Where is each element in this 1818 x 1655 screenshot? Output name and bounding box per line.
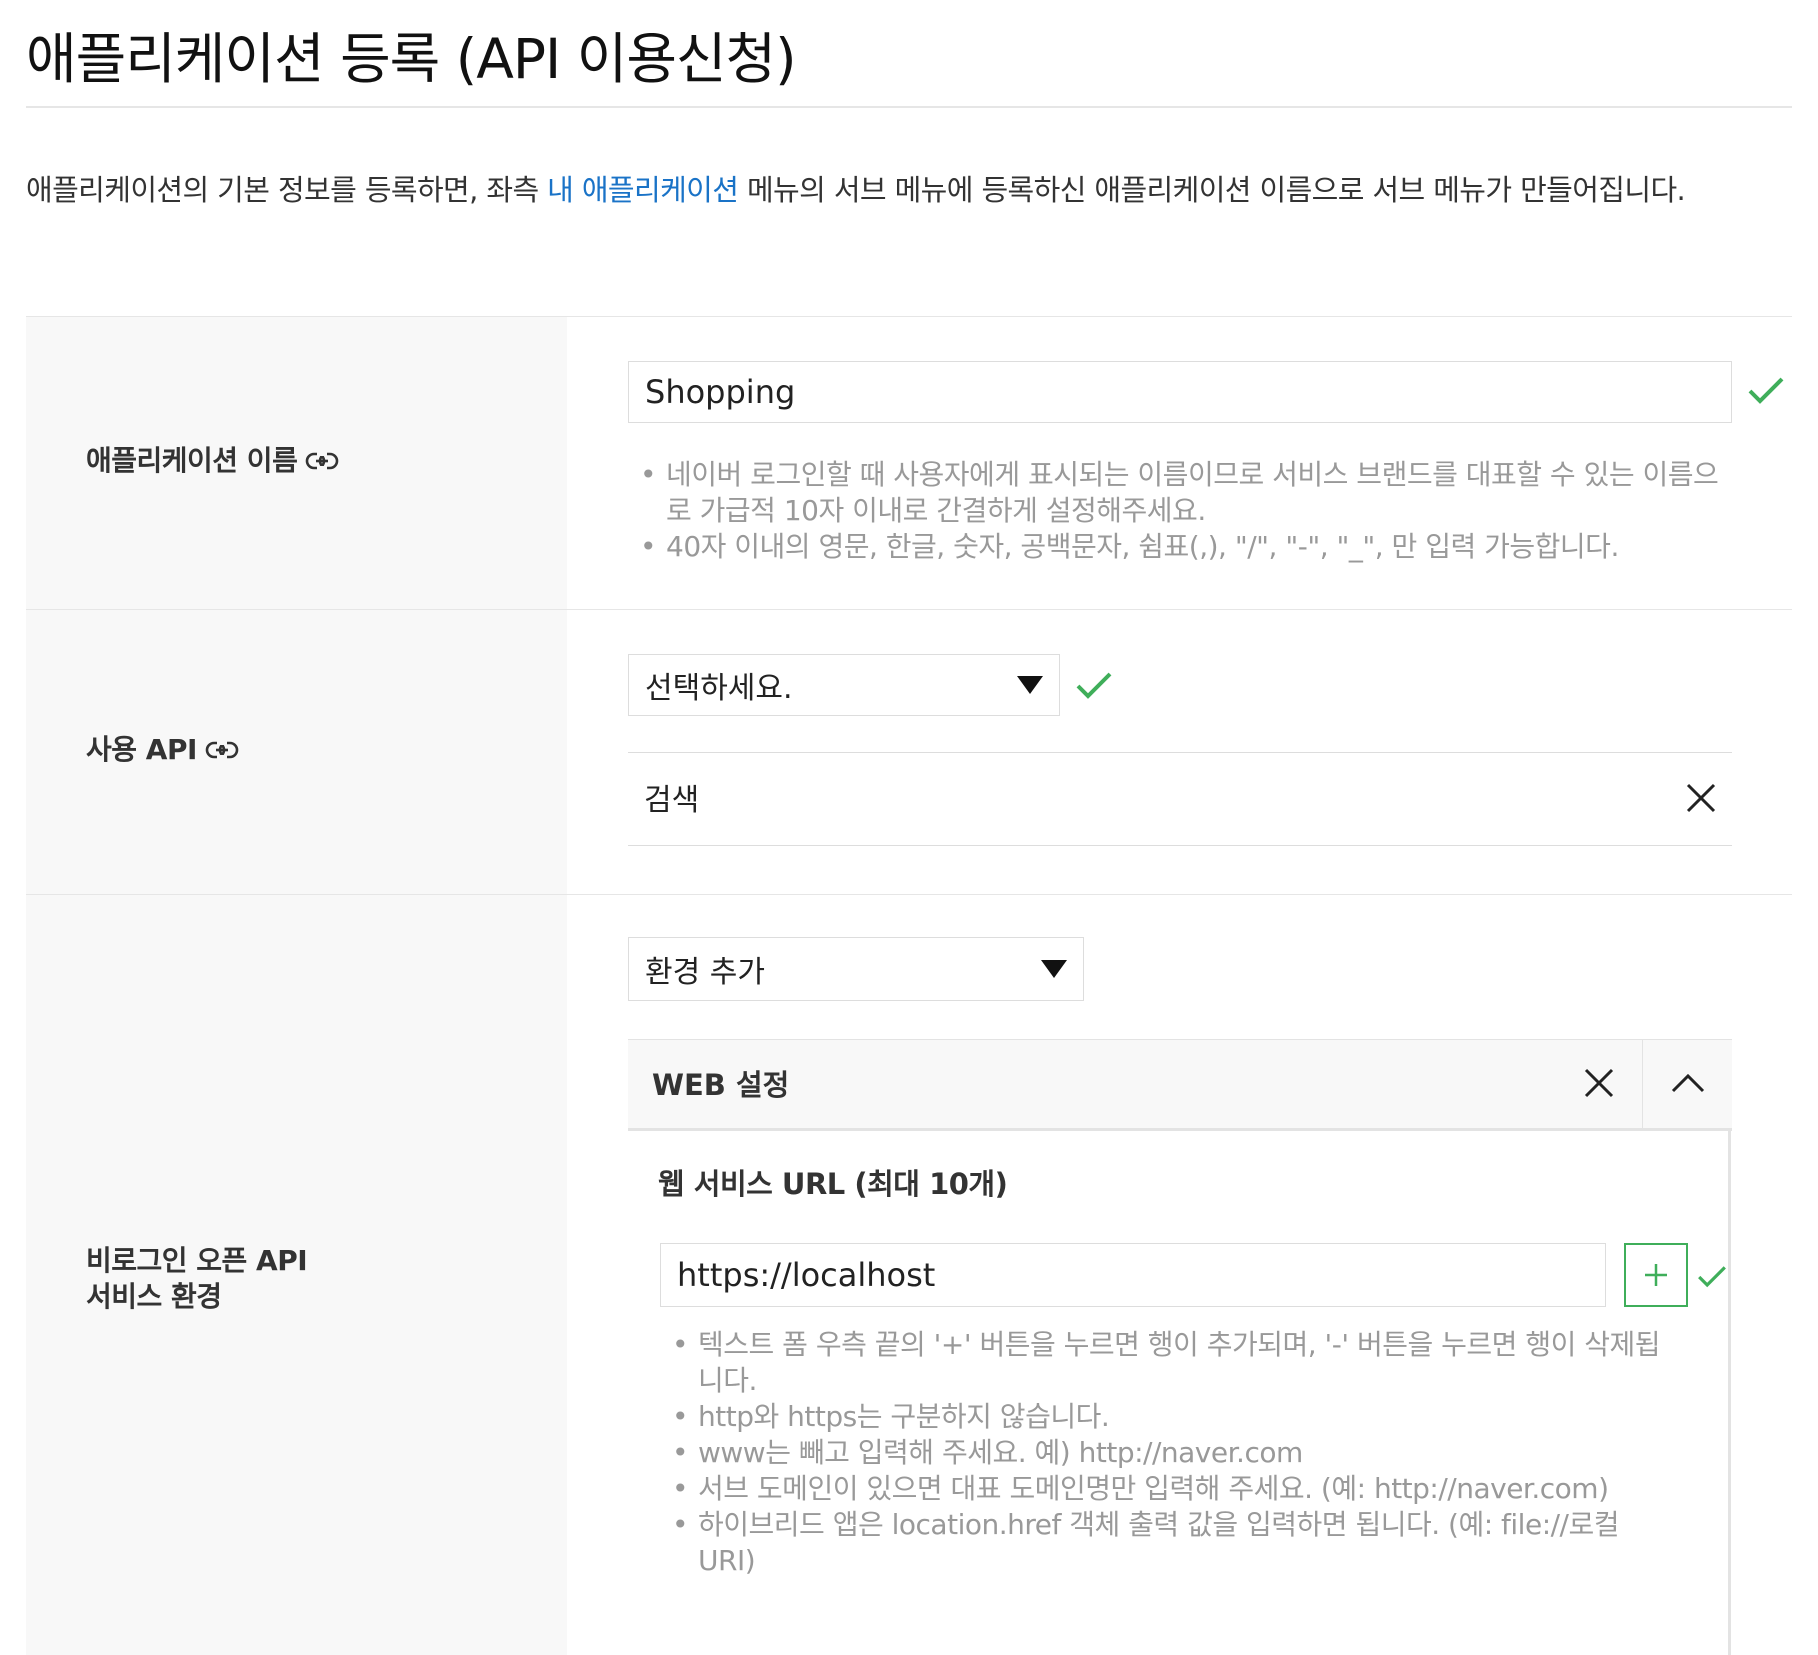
app-name-help: 네이버 로그인할 때 사용자에게 표시되는 이름이므로 서비스 브랜드를 대표할…	[640, 457, 1732, 565]
web-url-heading: 웹 서비스 URL (최대 10개)	[658, 1167, 1008, 1201]
env-add-select-value: 환경 추가	[645, 955, 765, 990]
caret-down-icon	[1041, 960, 1067, 978]
api-select-value: 선택하세요.	[645, 671, 793, 706]
web-url-input[interactable]: https://localhost	[660, 1243, 1606, 1307]
help-item: 네이버 로그인할 때 사용자에게 표시되는 이름이므로 서비스 브랜드를 대표할…	[640, 457, 1732, 529]
valid-check-icon	[1696, 1263, 1728, 1295]
valid-check-icon	[1746, 375, 1786, 411]
service-env-label-line2: 서비스 환경	[86, 1280, 222, 1313]
intro-text-after: 메뉴의 서브 메뉴에 등록하신 애플리케이션 이름으로 서브 메뉴가 만들어집니…	[738, 173, 1686, 207]
web-settings-header: WEB 설정	[628, 1039, 1732, 1131]
api-select[interactable]: 선택하세요.	[628, 654, 1060, 716]
my-applications-link[interactable]: 내 애플리케이션	[547, 173, 739, 207]
web-settings-body: 웹 서비스 URL (최대 10개) https://localhost 텍스트…	[628, 1131, 1731, 1655]
caret-down-icon	[1017, 676, 1043, 694]
web-settings-title: WEB 설정	[652, 1068, 790, 1102]
help-item: 40자 이내의 영문, 한글, 숫자, 공백문자, 쉼표(,), "/", "-…	[640, 529, 1732, 565]
remove-env-close-icon[interactable]	[1582, 1066, 1616, 1104]
app-name-label-cell: 애플리케이션 이름	[26, 317, 567, 609]
title-divider	[26, 106, 1792, 108]
used-api-label: 사용 API	[86, 732, 239, 769]
help-item: 텍스트 폼 우측 끝의 '+' 버튼을 누르면 행이 추가되며, '-' 버튼을…	[672, 1327, 1672, 1399]
link-icon[interactable]	[305, 444, 339, 480]
api-item-search: 검색	[628, 752, 1732, 846]
add-url-button[interactable]	[1624, 1243, 1688, 1307]
used-api-label-text: 사용 API	[86, 733, 197, 766]
remove-api-close-icon[interactable]	[1684, 781, 1718, 819]
plus-icon	[1645, 1264, 1667, 1286]
page-title: 애플리케이션 등록 (API 이용신청)	[26, 27, 797, 91]
valid-check-icon	[1074, 670, 1114, 706]
app-name-label-text: 애플리케이션 이름	[86, 444, 298, 477]
help-item: 하이브리드 앱은 location.href 객체 출력 값을 입력하면 됩니다…	[672, 1507, 1672, 1579]
intro-text-before: 애플리케이션의 기본 정보를 등록하면, 좌측	[26, 173, 548, 207]
help-item: http와 https는 구분하지 않습니다.	[672, 1399, 1672, 1435]
env-add-select[interactable]: 환경 추가	[628, 937, 1084, 1001]
service-env-label-cell: 비로그인 오픈 API 서비스 환경	[26, 895, 567, 1655]
service-env-label: 비로그인 오픈 API 서비스 환경	[86, 1243, 308, 1315]
used-api-label-cell: 사용 API	[26, 610, 567, 894]
help-item: 서브 도메인이 있으면 대표 도메인명만 입력해 주세요. (예: http:/…	[672, 1471, 1672, 1507]
app-name-input[interactable]: Shopping	[628, 361, 1732, 423]
service-env-label-line1: 비로그인 오픈 API	[86, 1244, 308, 1277]
intro-text: 애플리케이션의 기본 정보를 등록하면, 좌측 내 애플리케이션 메뉴의 서브 …	[26, 162, 1786, 218]
app-name-row: 애플리케이션 이름 Shopping 네이버 로그인할 때 사용자에게 표시되는…	[26, 317, 1792, 610]
web-url-help: 텍스트 폼 우측 끝의 '+' 버튼을 누르면 행이 추가되며, '-' 버튼을…	[672, 1327, 1672, 1579]
used-api-row: 사용 API 선택하세요. 검색	[26, 610, 1792, 895]
collapse-chevron-up-icon[interactable]	[1670, 1070, 1706, 1098]
help-item: www는 빼고 입력해 주세요. 예) http://naver.com	[672, 1435, 1672, 1471]
app-name-label: 애플리케이션 이름	[86, 443, 339, 480]
link-icon[interactable]	[205, 733, 239, 769]
service-env-row: 비로그인 오픈 API 서비스 환경 환경 추가 WEB 설정 웹 서비스 UR…	[26, 895, 1792, 1655]
registration-form: 애플리케이션 이름 Shopping 네이버 로그인할 때 사용자에게 표시되는…	[26, 316, 1792, 1655]
api-item-name: 검색	[644, 783, 700, 818]
header-divider	[1642, 1040, 1643, 1129]
